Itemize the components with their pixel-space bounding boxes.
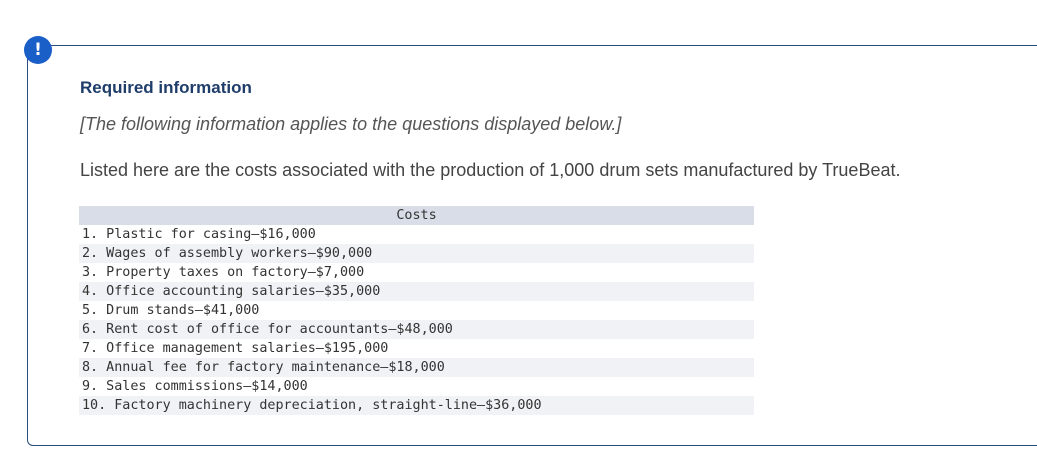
table-row: 6. Rent cost of office for accountants—$… <box>79 320 754 339</box>
cost-item: 5. Drum stands—$41,000 <box>79 301 754 320</box>
intro-text: Listed here are the costs associated wit… <box>80 160 901 180</box>
table-row: 4. Office accounting salaries—$35,000 <box>79 282 754 301</box>
costs-table: Costs 1. Plastic for casing—$16,000 2. W… <box>79 206 754 415</box>
table-row: 9. Sales commissions—$14,000 <box>79 377 754 396</box>
table-row: 2. Wages of assembly workers—$90,000 <box>79 244 754 263</box>
cost-item: 9. Sales commissions—$14,000 <box>79 377 754 396</box>
cost-item: 6. Rent cost of office for accountants—$… <box>79 320 754 339</box>
cost-item: 8. Annual fee for factory maintenance—$1… <box>79 358 754 377</box>
panel-title: Required information <box>80 78 252 97</box>
panel-subtitle: [The following information applies to th… <box>80 114 622 134</box>
exclamation-icon: ! <box>34 40 42 60</box>
table-row: 8. Annual fee for factory maintenance—$1… <box>79 358 754 377</box>
alert-badge: ! <box>24 36 52 64</box>
costs-header: Costs <box>79 206 754 225</box>
table-row: 5. Drum stands—$41,000 <box>79 301 754 320</box>
cost-item: 1. Plastic for casing—$16,000 <box>79 225 754 244</box>
table-row: 7. Office management salaries—$195,000 <box>79 339 754 358</box>
table-row: 1. Plastic for casing—$16,000 <box>79 225 754 244</box>
cost-item: 3. Property taxes on factory—$7,000 <box>79 263 754 282</box>
cost-item: 4. Office accounting salaries—$35,000 <box>79 282 754 301</box>
cost-item: 7. Office management salaries—$195,000 <box>79 339 754 358</box>
cost-item: 2. Wages of assembly workers—$90,000 <box>79 244 754 263</box>
table-row: 3. Property taxes on factory—$7,000 <box>79 263 754 282</box>
cost-item: 10. Factory machinery depreciation, stra… <box>79 396 754 415</box>
table-row: 10. Factory machinery depreciation, stra… <box>79 396 754 415</box>
